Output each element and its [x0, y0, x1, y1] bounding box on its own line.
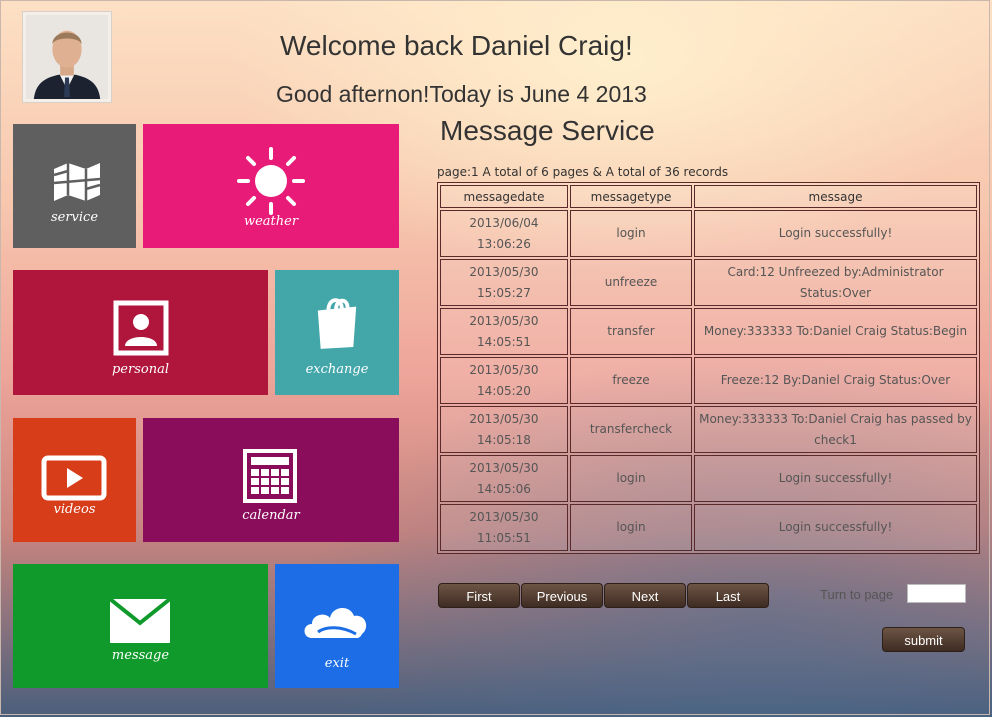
submit-button[interactable]: submit	[882, 627, 965, 652]
sun-icon	[237, 147, 305, 215]
column-header-messagetype: messagetype	[570, 185, 692, 208]
message-date-cell: 2013/05/30 14:05:51	[440, 308, 568, 355]
previous-page-button[interactable]: Previous	[521, 583, 603, 608]
message-type-cell: unfreeze	[570, 259, 692, 306]
tile-service[interactable]: service	[13, 124, 136, 248]
message-date: 2013/05/30	[469, 264, 539, 279]
message-date: 2013/05/30	[469, 460, 539, 475]
table-row: 2013/05/30 11:05:51 login Login successfu…	[440, 504, 977, 551]
message-date-cell: 2013/05/30 11:05:51	[440, 504, 568, 551]
message-service-title: Message Service	[440, 115, 655, 146]
table-row: 2013/06/04 13:06:26 login Login successfu…	[440, 210, 977, 257]
message-date-cell: 2013/06/04 13:06:26	[440, 210, 568, 257]
message-type-cell: transfercheck	[570, 406, 692, 453]
shopping-bag-icon	[317, 298, 357, 349]
message-date-cell: 2013/05/30 15:05:27	[440, 259, 568, 306]
message-date: 2013/05/30	[469, 509, 539, 524]
message-time: 13:06:26	[477, 236, 531, 251]
tile-exit[interactable]: exit	[275, 564, 399, 688]
tile-exit-label: exit	[324, 656, 350, 671]
message-text-cell: Money:333333 To:Daniel Craig has passed …	[694, 406, 977, 453]
message-text-cell: Card:12 Unfreezed by:Administrator Statu…	[694, 259, 977, 306]
turn-to-page-label: Turn to page	[820, 587, 894, 602]
avatar	[22, 11, 112, 103]
table-row: 2013/05/30 14:05:18 transfercheck Money:3…	[440, 406, 977, 453]
column-header-messagedate: messagedate	[440, 185, 568, 208]
welcome-heading: Welcome back Daniel Craig!	[280, 30, 633, 61]
message-type-cell: login	[570, 504, 692, 551]
message-text-cell: Login successfully!	[694, 210, 977, 257]
message-time: 14:05:18	[477, 432, 531, 447]
table-row: 2013/05/30 14:05:06 login Login successfu…	[440, 455, 977, 502]
message-text-cell: Login successfully!	[694, 455, 977, 502]
message-type-cell: login	[570, 455, 692, 502]
message-date: 2013/05/30	[469, 411, 539, 426]
tile-exchange[interactable]: exchange	[275, 270, 399, 395]
tile-videos[interactable]: videos	[13, 418, 136, 542]
message-time: 14:05:20	[477, 383, 531, 398]
tile-calendar-label: calendar	[242, 508, 300, 523]
last-page-button[interactable]: Last	[687, 583, 769, 608]
tile-personal-label: personal	[111, 362, 169, 377]
person-icon	[113, 300, 169, 356]
message-table: messagedate messagetype message 2013/06/…	[437, 182, 980, 554]
message-date: 2013/06/04	[469, 215, 539, 230]
message-time: 14:05:06	[477, 481, 531, 496]
page-info: page:1 A total of 6 pages & A total of 3…	[437, 165, 729, 179]
tile-videos-label: videos	[53, 502, 96, 517]
table-row: 2013/05/30 14:05:51 transfer Money:333333…	[440, 308, 977, 355]
cloud-icon	[304, 607, 367, 638]
message-text-cell: Money:333333 To:Daniel Craig Status:Begi…	[694, 308, 977, 355]
message-date: 2013/05/30	[469, 313, 539, 328]
message-date-cell: 2013/05/30 14:05:18	[440, 406, 568, 453]
message-date: 2013/05/30	[469, 362, 539, 377]
turn-to-page-input[interactable]	[907, 584, 966, 603]
play-video-icon	[41, 455, 107, 501]
tile-weather-label: weather	[243, 214, 299, 229]
column-header-message: message	[694, 185, 977, 208]
tile-weather[interactable]: weather	[143, 124, 399, 248]
message-type-cell: login	[570, 210, 692, 257]
message-time: 14:05:51	[477, 334, 531, 349]
table-header-row: messagedate messagetype message	[440, 185, 977, 208]
message-time: 15:05:27	[477, 285, 531, 300]
message-type-cell: transfer	[570, 308, 692, 355]
message-time: 11:05:51	[477, 530, 531, 545]
tile-calendar[interactable]: calendar	[143, 418, 399, 542]
table-row: 2013/05/30 15:05:27 unfreeze Card:12 Unfr…	[440, 259, 977, 306]
message-date-cell: 2013/05/30 14:05:20	[440, 357, 568, 404]
tile-exchange-label: exchange	[305, 362, 369, 377]
message-type-cell: freeze	[570, 357, 692, 404]
message-text-cell: Freeze:12 By:Daniel Craig Status:Over	[694, 357, 977, 404]
first-page-button[interactable]: First	[438, 583, 520, 608]
tile-message[interactable]: message	[13, 564, 268, 688]
tile-personal[interactable]: personal	[13, 270, 268, 395]
message-date-cell: 2013/05/30 14:05:06	[440, 455, 568, 502]
table-row: 2013/05/30 14:05:20 freeze Freeze:12 By:D…	[440, 357, 977, 404]
greeting-text: Good afternon!Today is June 4 2013	[276, 81, 647, 107]
tile-message-label: message	[111, 648, 170, 663]
map-icon	[53, 163, 101, 201]
next-page-button[interactable]: Next	[604, 583, 686, 608]
tile-service-label: service	[50, 210, 99, 225]
user-photo-icon	[26, 15, 108, 99]
calendar-icon	[243, 449, 297, 503]
envelope-icon	[110, 599, 170, 643]
message-text-cell: Login successfully!	[694, 504, 977, 551]
